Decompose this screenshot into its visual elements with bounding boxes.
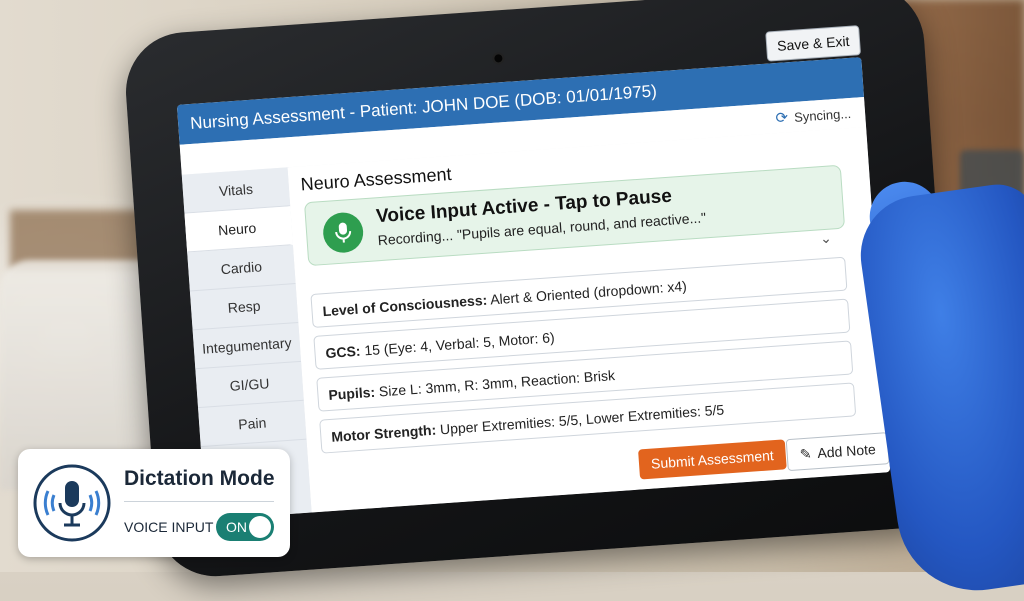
microphone-icon: [332, 221, 353, 244]
motor-strength-value: Upper Extremities: 5/5, Lower Extremitie…: [439, 401, 724, 437]
pupils-value: Size L: 3mm, R: 3mm, Reaction: Brisk: [378, 367, 615, 399]
sync-status-text: Syncing...: [794, 105, 852, 124]
assessment-panel: Neuro Assessment Voice Input Active - Ta…: [287, 127, 890, 513]
voice-input-label: VOICE INPUT: [124, 519, 213, 535]
section-title: Neuro Assessment: [300, 164, 452, 195]
save-exit-button[interactable]: Save & Exit: [765, 25, 861, 62]
sidebar-item-pain[interactable]: Pain: [198, 401, 306, 447]
add-note-button[interactable]: ✎ Add Note: [786, 432, 890, 471]
chevron-down-icon: ⌄: [819, 230, 832, 248]
add-note-label: Add Note: [817, 441, 876, 461]
consciousness-label: Level of Consciousness:: [322, 292, 488, 319]
dictation-title: Dictation Mode: [124, 467, 275, 491]
sync-icon: ⟳: [775, 108, 789, 127]
motor-strength-label: Motor Strength:: [331, 422, 437, 445]
gcs-value: 15 (Eye: 4, Verbal: 5, Motor: 6): [364, 329, 555, 358]
camera-icon: [492, 52, 505, 65]
microphone-icon: [32, 463, 112, 543]
gcs-label: GCS:: [325, 343, 361, 361]
consciousness-value: Alert & Oriented (dropdown: x4): [490, 278, 688, 308]
divider: [124, 501, 274, 502]
voice-input-toggle[interactable]: ON: [216, 513, 274, 541]
toggle-state-label: ON: [226, 519, 247, 535]
pupils-label: Pupils:: [328, 384, 376, 403]
toggle-knob: [249, 516, 271, 538]
sync-status: ⟳ Syncing...: [775, 104, 852, 127]
pencil-icon: ✎: [799, 446, 812, 463]
save-exit-wrapper: Save & Exit: [765, 25, 861, 62]
submit-assessment-button[interactable]: Submit Assessment: [638, 439, 787, 479]
microphone-button[interactable]: [322, 211, 365, 254]
dictation-mode-card: Dictation Mode VOICE INPUT ON: [18, 449, 290, 557]
